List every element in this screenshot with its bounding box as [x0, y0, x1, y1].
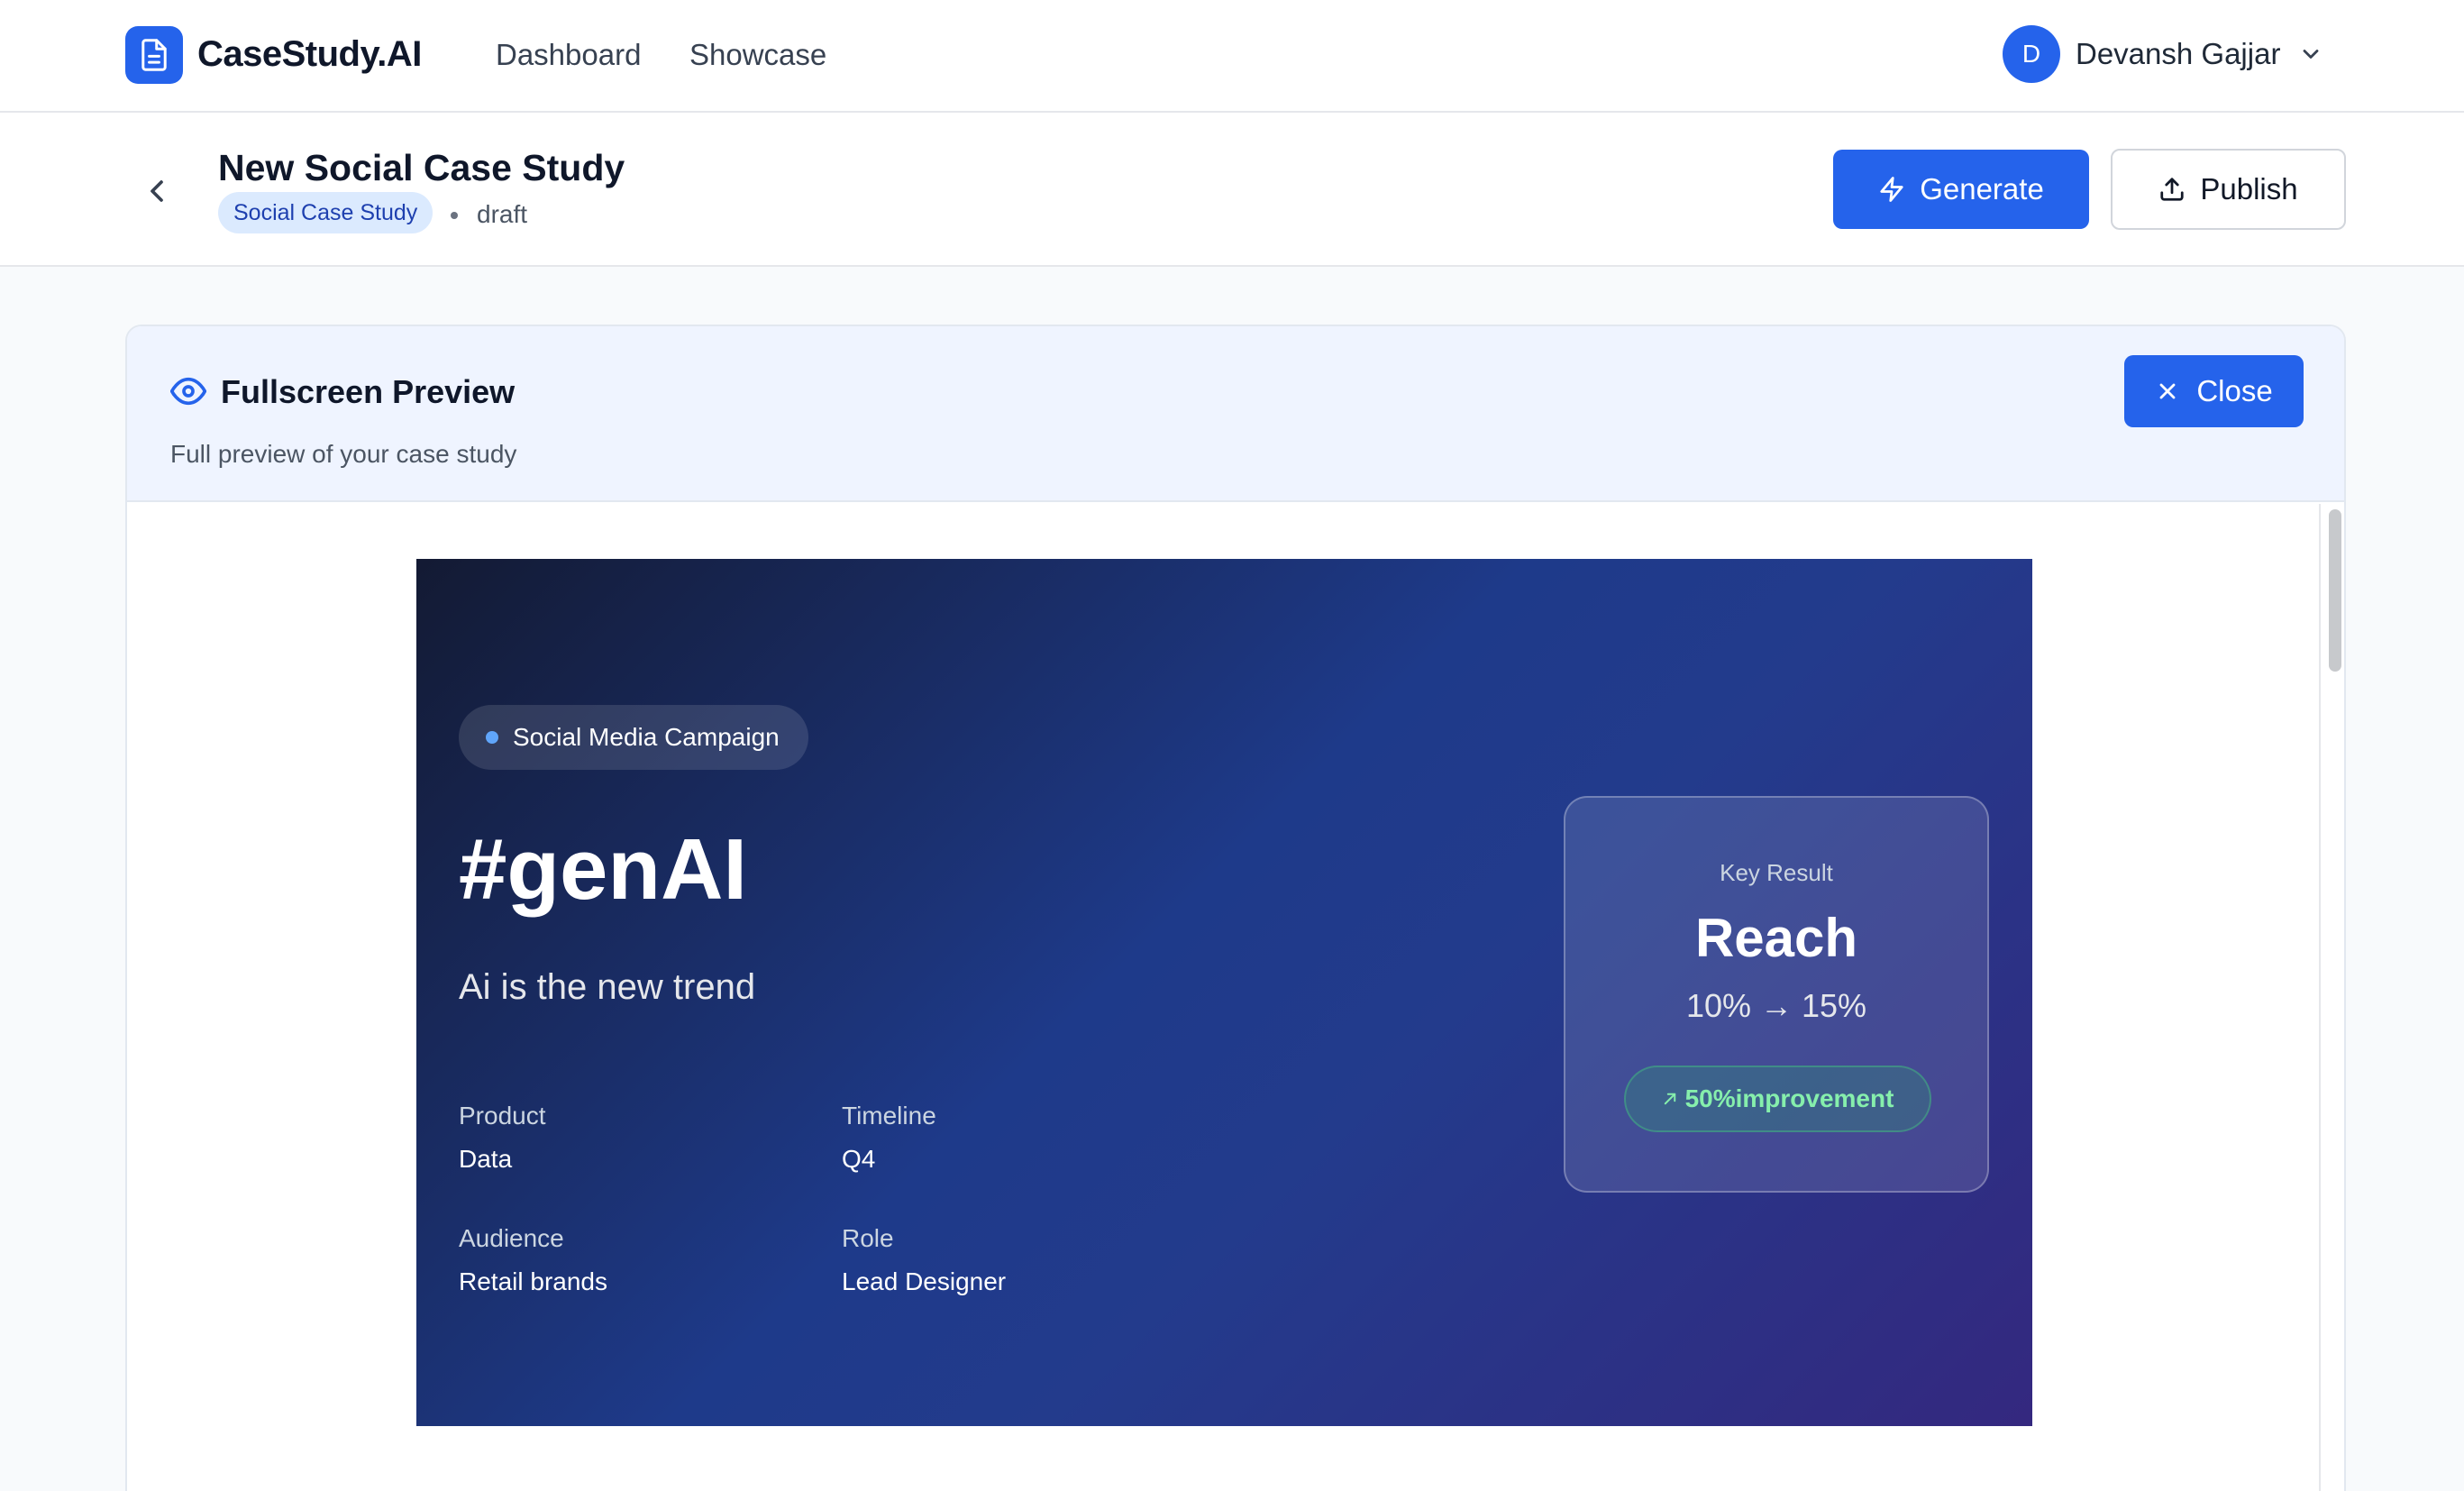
- page-title: New Social Case Study: [218, 147, 625, 188]
- preview-scrollbar[interactable]: [2319, 504, 2344, 1491]
- close-button[interactable]: Close: [2124, 355, 2304, 427]
- logo-document-icon[interactable]: [125, 26, 183, 84]
- user-avatar[interactable]: D: [2003, 25, 2060, 83]
- key-result-label: Key Result: [1720, 859, 1833, 886]
- meta-product-value: Data: [459, 1145, 513, 1173]
- campaign-pill-label: Social Media Campaign: [513, 723, 780, 751]
- separator-dot: [451, 212, 458, 219]
- key-result-metric: Reach: [1694, 908, 1858, 968]
- publish-button[interactable]: Publish: [2111, 149, 2346, 230]
- key-result-card: Key Result Reach 10% → 15% 50%improvemen…: [1564, 796, 1989, 1193]
- improvement-badge: 50%improvement: [1624, 1066, 1931, 1132]
- close-icon: [2159, 383, 2176, 399]
- preview-title: Fullscreen Preview: [221, 373, 516, 410]
- user-name[interactable]: Devansh Gajjar: [2076, 35, 2280, 73]
- back-arrow-icon[interactable]: [139, 173, 175, 209]
- hero-title: #genAI: [459, 821, 748, 918]
- top-nav: CaseStudy.AI Dashboard Showcase D Devans…: [0, 0, 2464, 113]
- status-text: draft: [477, 200, 528, 228]
- nav-link-dashboard[interactable]: Dashboard: [496, 36, 641, 74]
- hero-subtitle: Ai is the new trend: [459, 967, 756, 1007]
- editor-header: New Social Case Study Social Case Study …: [0, 113, 2464, 267]
- meta-timeline-value: Q4: [842, 1145, 876, 1173]
- publish-label: Publish: [2200, 172, 2298, 206]
- preview-header: Fullscreen Preview Full preview of your …: [127, 326, 2344, 502]
- close-label: Close: [2196, 374, 2273, 407]
- chevron-down-icon[interactable]: [2298, 41, 2323, 67]
- app-logo-text[interactable]: CaseStudy.AI: [197, 31, 422, 78]
- key-result-change: 10% → 15%: [1685, 987, 1867, 1024]
- upload-icon: [2160, 178, 2184, 201]
- lightning-icon: [1880, 177, 1903, 202]
- generate-label: Generate: [1920, 172, 2044, 206]
- scrollbar-thumb[interactable]: [2329, 509, 2341, 672]
- generate-button[interactable]: Generate: [1833, 150, 2089, 229]
- campaign-pill: Social Media Campaign: [459, 705, 808, 770]
- pill-dot-icon: [486, 731, 498, 744]
- improvement-text: 50%improvement: [1684, 1084, 1894, 1112]
- meta-product-label: Product: [459, 1102, 546, 1130]
- preview-subtitle: Full preview of your case study: [170, 440, 517, 468]
- meta-role-value: Lead Designer: [842, 1267, 1007, 1295]
- nav-link-showcase[interactable]: Showcase: [689, 36, 826, 74]
- eye-icon: [170, 377, 206, 406]
- meta-role-label: Role: [842, 1224, 894, 1252]
- meta-timeline-label: Timeline: [842, 1102, 936, 1130]
- fullscreen-preview-panel: Fullscreen Preview Full preview of your …: [125, 325, 2346, 1491]
- meta-audience-label: Audience: [459, 1224, 564, 1252]
- case-type-badge: Social Case Study: [218, 192, 433, 233]
- case-study-hero: Social Media Campaign #genAI Ai is the n…: [416, 559, 2032, 1426]
- meta-audience-value: Retail brands: [459, 1267, 607, 1295]
- trend-up-icon: [1664, 1093, 1675, 1105]
